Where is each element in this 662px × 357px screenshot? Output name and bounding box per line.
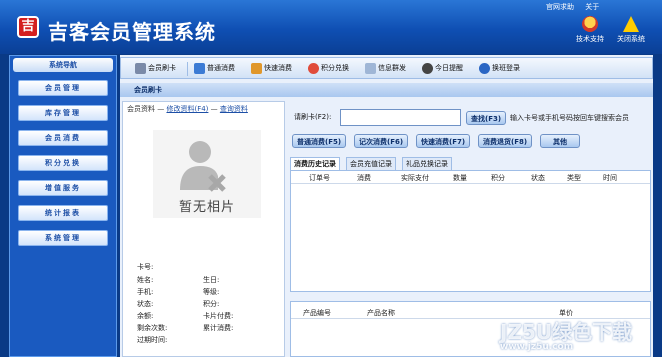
normal-consume-button[interactable]: 普通消费(F5) xyxy=(292,134,347,148)
sidebar-item-member-consumption[interactable]: 会员消费 xyxy=(18,130,108,146)
sidebar-item-system[interactable]: 系统管理 xyxy=(18,230,108,246)
app-title: 吉客会员管理系统 xyxy=(48,20,216,44)
col-unit-price: 单价 xyxy=(559,309,573,317)
switch-icon xyxy=(479,62,490,74)
support-button[interactable]: 技术支持 xyxy=(568,16,612,48)
field-status-label: 状态: xyxy=(137,300,154,308)
close-system-label: 关闭系统 xyxy=(617,35,645,43)
search-label: 请刷卡(F2): xyxy=(294,113,332,121)
about-link[interactable]: 关于 xyxy=(585,3,599,11)
support-button-label: 技术支持 xyxy=(576,35,604,43)
member-info-panel: 会员资料 — 修改资料(F4) — 查询资料 暂无相片 卡号: 姓名: 生日: … xyxy=(122,101,285,357)
warning-icon xyxy=(623,16,639,32)
toolbar-card-swipe[interactable]: 会员刷卡 xyxy=(135,61,176,76)
other-button[interactable]: 其他 xyxy=(540,134,580,148)
col-status: 状态 xyxy=(531,174,545,182)
return-button[interactable]: 消费退货(F8) xyxy=(478,134,533,148)
section-title: 会员刷卡 xyxy=(120,83,653,97)
sidebar: 系统导航 会员管理 库存管理 会员消费 积分兑换 增值服务 统计报表 系统管理 xyxy=(9,55,117,357)
sidebar-item-inventory[interactable]: 库存管理 xyxy=(18,105,108,121)
field-phone-label: 手机: xyxy=(137,288,154,296)
help-link[interactable]: 官网求助 xyxy=(546,3,574,11)
card-icon xyxy=(135,62,146,74)
search-hint: 输入卡号或手机号码按回车键搜索会员 xyxy=(510,114,629,122)
product-table-header: 产品编号 产品名称 单价 xyxy=(291,308,650,319)
consume-area: 请刷卡(F2): 查找(F3) 输入卡号或手机号码按回车键搜索会员 普通消费(F… xyxy=(288,101,653,357)
count-consume-button[interactable]: 记次消费(F6) xyxy=(354,134,409,148)
sidebar-item-reports[interactable]: 统计报表 xyxy=(18,205,108,221)
tab-gift-history[interactable]: 礼品兑换记录 xyxy=(402,157,452,170)
field-name-label: 姓名: xyxy=(137,276,154,284)
mail-icon xyxy=(365,62,376,74)
tab-consume-history[interactable]: 消费历史记录 xyxy=(290,157,340,170)
support-icon xyxy=(582,16,598,32)
close-system-button[interactable]: 关闭系统 xyxy=(609,16,653,48)
col-product-code: 产品编号 xyxy=(303,309,331,317)
col-amount: 消费 xyxy=(357,174,371,182)
watermark: JZ5U绿色下载 www.jz5u.com xyxy=(500,320,633,352)
field-total-spend-label: 累计消费: xyxy=(203,324,234,332)
col-quantity: 数量 xyxy=(453,174,467,182)
clock-icon xyxy=(422,62,433,74)
toolbar-today-reminder[interactable]: 今日提醒 xyxy=(422,61,463,76)
quick-consume-button[interactable]: 快速消费(F7) xyxy=(416,134,471,148)
cart-icon xyxy=(194,62,205,74)
field-remaining-label: 剩余次数: xyxy=(137,324,168,332)
app-logo: 吉 xyxy=(17,16,39,38)
field-expiry-label: 过期时间: xyxy=(137,336,168,344)
title-bar: 吉 吉客会员管理系统 官网求助 关于 技术支持 关闭系统 xyxy=(0,0,662,54)
field-points-label: 积分: xyxy=(203,300,220,308)
member-info-header: 会员资料 — 修改资料(F4) — 查询资料 xyxy=(127,105,248,113)
toolbar-points-exchange[interactable]: 积分兑换 xyxy=(308,61,349,76)
history-table-header: 订单号 消费 实际支付 数量 积分 状态 类型 时间 xyxy=(291,173,650,184)
sidebar-item-member-management[interactable]: 会员管理 xyxy=(18,80,108,96)
col-product-name: 产品名称 xyxy=(367,309,395,317)
card-search-input[interactable] xyxy=(340,109,461,126)
history-table: 订单号 消费 实际支付 数量 积分 状态 类型 时间 xyxy=(290,170,651,292)
main-panel: 会员刷卡 普通消费 快速消费 积分兑换 信息群发 今日提醒 换班登录 会员刷卡 … xyxy=(120,55,653,357)
toolbar-shift-login[interactable]: 换班登录 xyxy=(479,61,520,76)
sidebar-item-points-exchange[interactable]: 积分兑换 xyxy=(18,155,108,171)
find-button[interactable]: 查找(F3) xyxy=(466,111,507,125)
sidebar-item-value-added[interactable]: 增值服务 xyxy=(18,180,108,196)
col-actual-paid: 实际支付 xyxy=(401,174,429,182)
edit-member-link[interactable]: 修改资料(F4) xyxy=(166,105,208,113)
view-member-link[interactable]: 查询资料 xyxy=(220,105,248,113)
field-birthday-label: 生日: xyxy=(203,276,220,284)
toolbar: 会员刷卡 普通消费 快速消费 积分兑换 信息群发 今日提醒 换班登录 xyxy=(120,57,653,79)
sidebar-title: 系统导航 xyxy=(13,58,113,72)
no-photo-text: 暂无相片 xyxy=(178,200,235,215)
toolbar-divider xyxy=(187,62,188,76)
top-links: 官网求助 关于 xyxy=(546,2,608,12)
col-time: 时间 xyxy=(603,174,617,182)
toolbar-normal-consume[interactable]: 普通消费 xyxy=(194,61,235,76)
field-level-label: 等级: xyxy=(203,288,220,296)
col-order-no: 订单号 xyxy=(309,174,330,182)
gift-icon xyxy=(308,62,319,74)
bag-icon xyxy=(251,62,262,74)
col-type: 类型 xyxy=(567,174,581,182)
field-card-fee-label: 卡片付费: xyxy=(203,312,234,320)
col-points: 积分 xyxy=(491,174,505,182)
person-placeholder-icon xyxy=(180,141,226,192)
member-photo: 暂无相片 xyxy=(153,130,261,218)
field-balance-label: 余额: xyxy=(137,312,154,320)
field-card-label: 卡号: xyxy=(137,263,154,271)
toolbar-mass-message[interactable]: 信息群发 xyxy=(365,61,406,76)
tab-recharge-history[interactable]: 会员充值记录 xyxy=(346,157,396,170)
toolbar-quick-consume[interactable]: 快速消费 xyxy=(251,61,292,76)
